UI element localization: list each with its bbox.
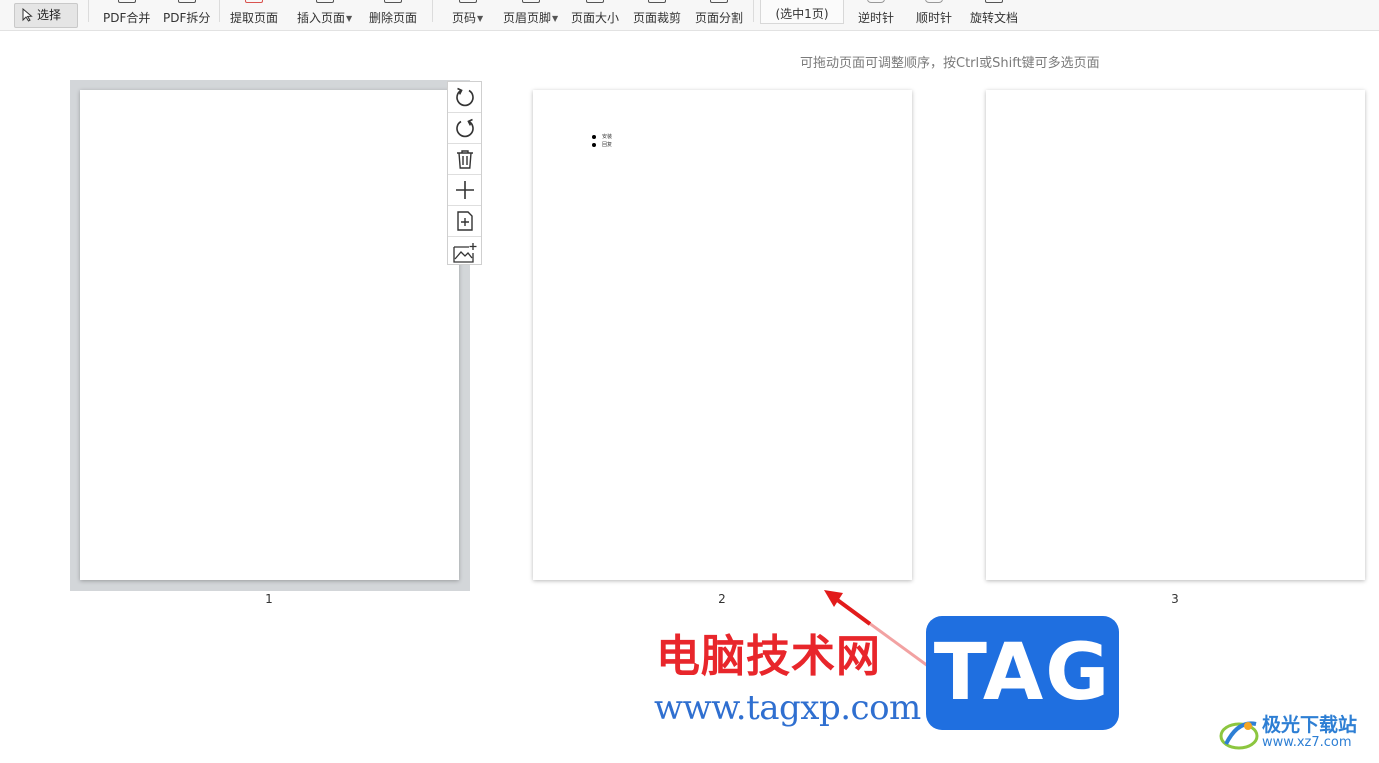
chevron-down-icon: ▼ (552, 14, 559, 23)
tag-logo: TAG (926, 616, 1119, 730)
pdf-merge-label: PDF合并 (103, 11, 151, 25)
pdf-merge-button[interactable]: PDF合并 (103, 0, 151, 26)
watermark-site-name: 电脑技术网 (656, 631, 881, 682)
list-item: 安装 (592, 133, 612, 141)
rotate-clockwise-icon (455, 118, 474, 138)
page-split-label: 页面分割 (695, 11, 744, 25)
chevron-down-icon: ▼ (477, 14, 484, 23)
divider (432, 0, 433, 22)
delete-icon (456, 150, 473, 169)
page-split-icon (710, 0, 728, 3)
header-footer-button[interactable]: 页眉页脚▼ (503, 0, 559, 27)
chevron-down-icon: ▼ (346, 14, 353, 23)
selected-count: (选中1页) (760, 0, 844, 24)
reorder-hint: 可拖动页面可调整顺序，按Ctrl或Shift键可多选页面 (800, 56, 1100, 71)
counterclockwise-button[interactable]: 逆时针 (858, 0, 895, 26)
extract-pages-label: 提取页面 (230, 11, 279, 25)
page-thumbnail-3[interactable] (986, 90, 1365, 580)
insert-page-button[interactable] (448, 206, 481, 237)
select-label: 选择 (37, 8, 62, 22)
clockwise-label: 顺时针 (916, 11, 953, 25)
add-page-button[interactable] (448, 175, 481, 206)
insert-page-icon (456, 211, 473, 231)
rotate-document-button[interactable]: 旋转文档 (970, 0, 1019, 26)
brand-watermark: 极光下载站 www.xz7.com (1218, 710, 1370, 756)
pdf-split-label: PDF拆分 (163, 11, 211, 25)
delete-pages-button[interactable]: 删除页面 (369, 0, 418, 26)
page-number-icon (458, 0, 477, 3)
counterclockwise-label: 逆时针 (858, 11, 895, 25)
delete-pages-icon (384, 0, 402, 3)
page-content-list: 安装 回复 (592, 133, 612, 149)
aurora-logo-icon (1219, 721, 1259, 750)
page-thumbnail-2[interactable]: 安装 回复 (533, 90, 912, 580)
insert-pages-label: 插入页面 (297, 11, 346, 25)
page-crop-icon (648, 0, 666, 3)
pdf-split-button[interactable]: PDF拆分 (163, 0, 211, 26)
page-size-button[interactable]: 页面大小 (571, 0, 620, 26)
insert-image-icon (452, 242, 476, 263)
brand-url: www.xz7.com (1262, 735, 1352, 750)
tag-logo-text: TAG (933, 628, 1112, 718)
list-item: 回复 (592, 141, 612, 149)
page-number-3: 3 (1171, 592, 1179, 606)
pdf-split-icon (177, 0, 196, 3)
extract-pages-button[interactable]: 提取页面 (230, 0, 279, 26)
header-footer-label: 页眉页脚 (503, 11, 552, 25)
rotate-counterclockwise-button[interactable] (448, 82, 481, 113)
divider (753, 0, 754, 22)
rotate-document-icon (985, 0, 1003, 3)
insert-image-button[interactable] (448, 237, 481, 268)
insert-pages-button[interactable]: 插入页面▼ (297, 0, 353, 27)
page-number-label: 页码 (452, 11, 477, 25)
page-size-label: 页面大小 (571, 11, 620, 25)
insert-pages-icon (315, 0, 334, 3)
divider (88, 0, 89, 22)
pdf-merge-icon (117, 0, 136, 3)
page-size-icon (586, 0, 604, 3)
page-thumbnail-1[interactable] (80, 90, 459, 580)
rotate-counterclockwise-icon (455, 87, 474, 107)
page-crop-button[interactable]: 页面裁剪 (633, 0, 682, 26)
delete-pages-label: 删除页面 (369, 11, 418, 25)
watermark-site-url: www.tagxp.com (654, 688, 921, 728)
page-actions-panel (447, 81, 482, 265)
header-footer-icon (521, 0, 540, 3)
clockwise-button[interactable]: 顺时针 (916, 0, 953, 26)
page-number-2: 2 (718, 592, 726, 606)
rotate-left-icon (867, 0, 885, 3)
rotate-document-label: 旋转文档 (970, 11, 1019, 25)
delete-page-button[interactable] (448, 144, 481, 175)
select-button[interactable]: 选择 (14, 3, 78, 28)
page-crop-label: 页面裁剪 (633, 11, 682, 25)
rotate-clockwise-button[interactable] (448, 113, 481, 144)
cursor-icon (22, 7, 33, 22)
page-split-button[interactable]: 页面分割 (695, 0, 744, 26)
add-icon (455, 181, 474, 199)
toolbar: 选择 PDF合并 PDF拆分 提取页面 插入页面▼ 删除页面 页码▼ 页眉页脚▼… (0, 0, 1379, 31)
brand-name: 极光下载站 (1262, 714, 1358, 736)
page-number-button[interactable]: 页码▼ (452, 0, 484, 27)
divider (219, 0, 220, 22)
extract-pages-icon (245, 0, 263, 3)
page-number-1: 1 (265, 592, 273, 606)
rotate-right-icon (925, 0, 943, 3)
